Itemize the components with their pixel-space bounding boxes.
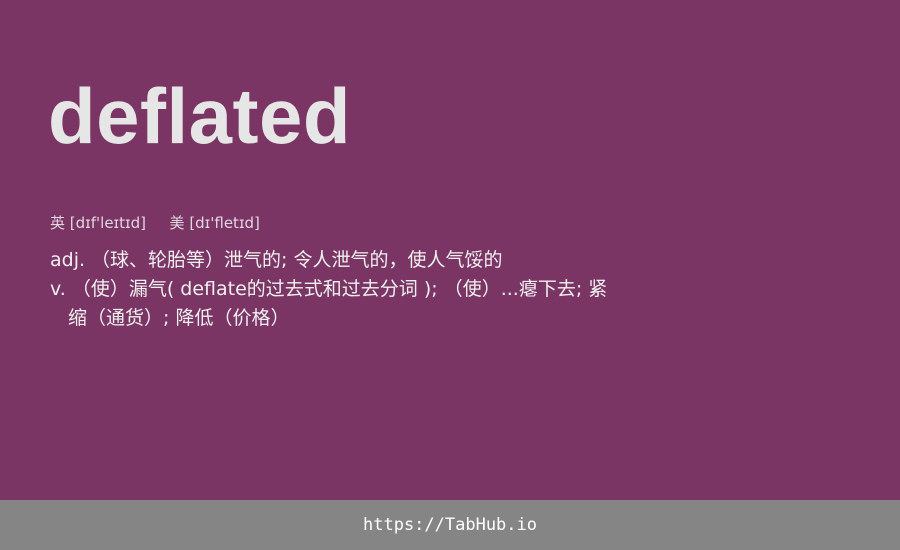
definitions: adj. （球、轮胎等）泄气的; 令人泄气的，使人气馁的 v. （使）漏气( d… (50, 246, 650, 333)
footer-bar: https://TabHub.io (0, 500, 900, 550)
headword: deflated (48, 72, 352, 160)
dictionary-card: deflated 英 [dɪf'leɪtɪd] 美 [dɪ'fletɪd] ad… (0, 0, 900, 500)
uk-ipa: [dɪf'leɪtɪd] (69, 214, 146, 232)
us-ipa: [dɪ'fletɪd] (189, 214, 260, 232)
phonetics: 英 [dɪf'leɪtɪd] 美 [dɪ'fletɪd] (50, 212, 260, 234)
uk-label: 英 (50, 214, 66, 232)
definition-verb-line-1: v. （使）漏气( deflate的过去式和过去分词 ); （使）...瘪下去;… (50, 278, 608, 300)
us-label: 美 (169, 214, 185, 232)
definition-adj: adj. （球、轮胎等）泄气的; 令人泄气的，使人气馁的 (50, 249, 503, 271)
footer-link[interactable]: https://TabHub.io (363, 515, 537, 535)
definition-verb-line-2: 缩（通货）; 降低（价格） (68, 307, 290, 329)
